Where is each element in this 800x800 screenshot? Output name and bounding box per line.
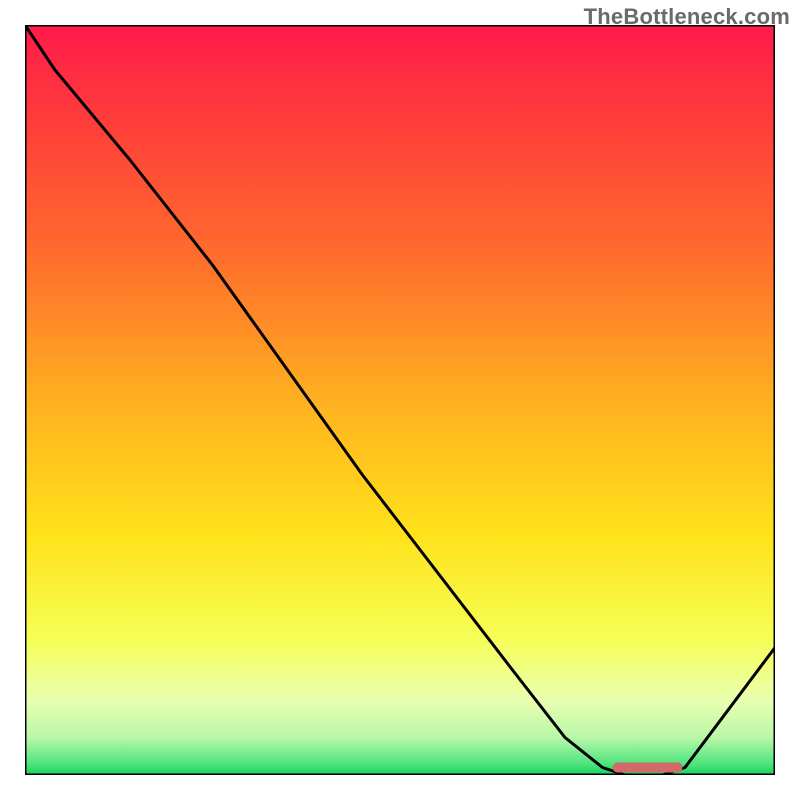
chart-container: TheBottleneck.com	[0, 0, 800, 800]
gradient-curve-chart	[25, 25, 775, 775]
watermark-text: TheBottleneck.com	[584, 4, 790, 30]
gradient-background	[25, 25, 775, 775]
chart-plot-area	[25, 25, 775, 775]
